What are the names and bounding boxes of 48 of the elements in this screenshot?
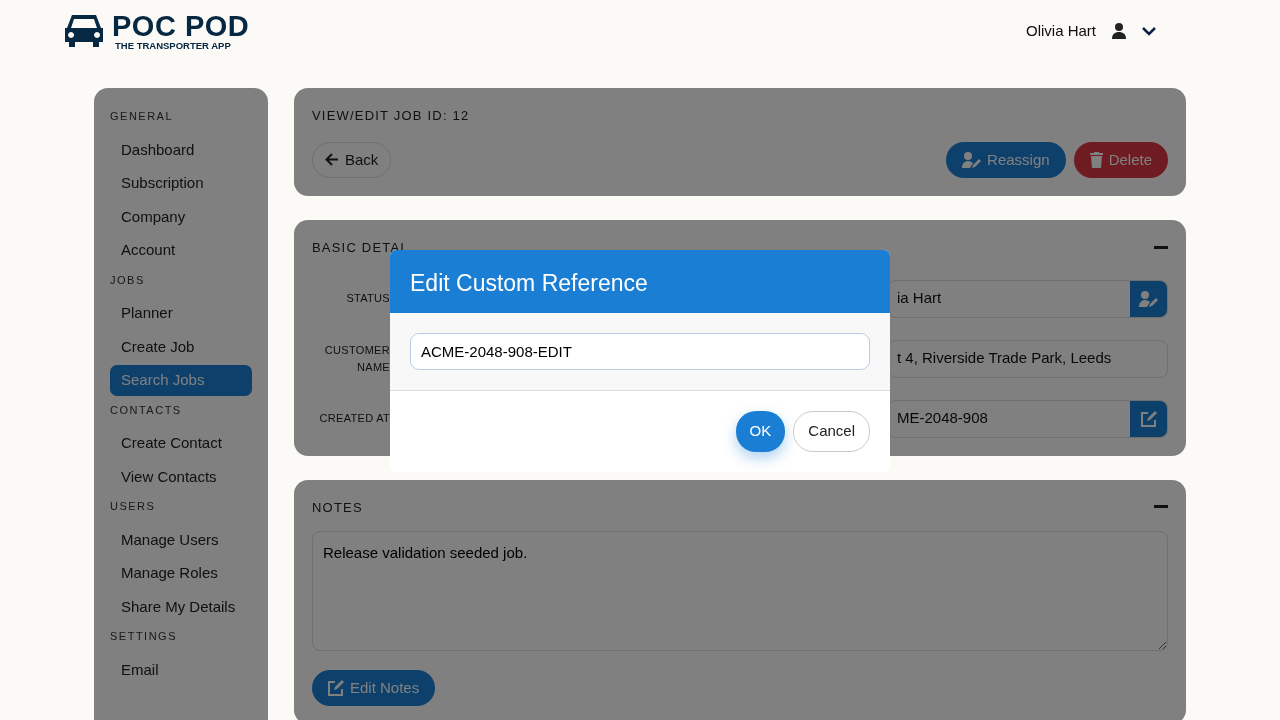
sidebar-item[interactable]: Create Contact — [110, 428, 252, 459]
section-heading: USERS — [110, 499, 157, 514]
sidebar-item[interactable]: Search Jobs — [110, 365, 252, 396]
edit-notes-button[interactable]: Edit Notes — [312, 669, 436, 706]
section-title: NOTES — [312, 498, 363, 517]
sidebar-item[interactable]: View Contacts — [110, 461, 252, 492]
sidebar-item[interactable]: Manage Roles — [110, 558, 252, 589]
reassign-button[interactable]: Reassign — [946, 141, 1066, 178]
user-edit-icon — [1139, 290, 1158, 307]
edit-button[interactable] — [1130, 400, 1167, 437]
collapse-icon[interactable] — [1154, 245, 1168, 250]
logo-subtitle: THE TRANSPORTER APP — [115, 40, 232, 51]
chevron-down-icon[interactable] — [1142, 26, 1156, 36]
reference-input[interactable]: ACME-2048-908-EDIT — [410, 333, 870, 370]
section-heading: SETTINGS — [110, 629, 178, 644]
cancel-button[interactable]: Cancel — [793, 411, 870, 452]
user-edit-icon — [962, 151, 982, 168]
logo-title: POC POD — [112, 11, 250, 41]
reassign-button[interactable] — [1130, 280, 1167, 317]
sidebar-item[interactable]: Company — [110, 201, 252, 232]
user-name[interactable]: Olivia Hart — [1026, 19, 1096, 43]
section-heading: CONTACTS — [110, 402, 183, 418]
field-label: CREATED AT — [318, 411, 390, 427]
section-heading: JOBS — [110, 272, 146, 288]
notes-field[interactable]: Release validation seeded job. — [312, 531, 1168, 651]
collapse-icon[interactable] — [1154, 505, 1168, 510]
sidebar-item[interactable]: Manage Users — [110, 524, 252, 555]
sidebar-item[interactable]: Dashboard — [110, 134, 252, 165]
back-button[interactable]: Back — [312, 141, 392, 178]
delete-button[interactable]: Delete — [1073, 141, 1168, 178]
sidebar-item[interactable]: Subscription — [110, 168, 252, 199]
car-icon — [64, 13, 104, 49]
user-icon — [1112, 23, 1126, 39]
arrow-left-icon — [325, 153, 339, 167]
edit-icon — [328, 679, 344, 696]
section-heading: GENERAL — [110, 109, 175, 124]
sidebar-item[interactable]: Email — [110, 654, 252, 685]
field-label: CUSTOMER NAME — [323, 343, 390, 375]
sidebar-item[interactable]: Create Job — [110, 331, 252, 362]
sidebar-item[interactable]: Account — [110, 235, 252, 266]
sidebar-item[interactable]: Share My Details — [110, 591, 252, 622]
dialog-title: Edit Custom Reference — [390, 250, 890, 313]
edit-icon — [1140, 410, 1157, 427]
field-label: STATUS — [345, 291, 390, 307]
trash-icon — [1089, 151, 1103, 168]
sidebar-item[interactable]: Planner — [110, 298, 252, 329]
page-title: VIEW/EDIT JOB ID: 12 — [312, 107, 471, 125]
ok-button[interactable]: OK — [735, 411, 786, 452]
